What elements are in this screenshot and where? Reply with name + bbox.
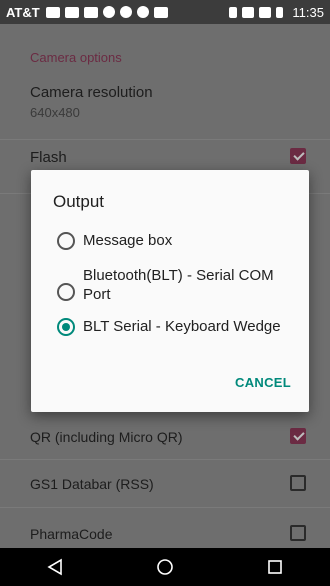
wrench-icon <box>64 6 79 18</box>
check-circle-icon <box>119 6 132 18</box>
bluetooth-icon <box>229 6 238 18</box>
option-bluetooth-serial-com[interactable]: Bluetooth(BLT) - Serial COM Port <box>57 266 287 304</box>
pref-title: QR (including Micro QR) <box>30 429 183 445</box>
image-icon <box>83 6 98 18</box>
home-button[interactable] <box>145 548 185 586</box>
section-header-camera-options: Camera options <box>30 50 122 65</box>
option-label: BLT Serial - Keyboard Wedge <box>83 318 281 335</box>
status-bar: AT&T 11:35 <box>0 0 330 24</box>
pharmacode-checkbox[interactable] <box>290 525 306 541</box>
option-label: Bluetooth(BLT) - Serial COM Port <box>83 267 274 303</box>
signal-icon <box>259 6 272 18</box>
pref-title: GS1 Databar (RSS) <box>30 476 154 492</box>
output-dialog: Output Message box Bluetooth(BLT) - Seri… <box>31 170 309 412</box>
status-icons-right: 11:35 <box>229 5 324 20</box>
pref-pharmacode[interactable]: PharmaCode <box>0 508 330 548</box>
back-button[interactable] <box>35 548 75 586</box>
mobile-data-icon <box>242 6 255 18</box>
option-label: Message box <box>83 232 173 249</box>
battery-icon <box>276 6 284 18</box>
chat-icon <box>153 6 168 18</box>
pref-title: Flash <box>30 149 67 166</box>
pref-title: Camera resolution <box>30 84 153 101</box>
pref-gs1-databar[interactable]: GS1 Databar (RSS) <box>0 460 330 508</box>
radio-button[interactable] <box>57 283 75 301</box>
qr-checkbox[interactable] <box>290 428 306 444</box>
recents-button[interactable] <box>255 548 295 586</box>
recents-icon <box>268 560 282 574</box>
pref-title: PharmaCode <box>30 526 113 542</box>
cancel-button[interactable]: CANCEL <box>235 375 291 390</box>
back-icon <box>47 558 62 576</box>
message-icon <box>45 6 60 18</box>
flash-checkbox[interactable] <box>290 148 306 164</box>
pref-camera-resolution[interactable]: Camera resolution 640x480 <box>0 76 330 140</box>
dialog-title: Output <box>53 192 105 211</box>
clock: 11:35 <box>292 4 324 20</box>
search-icon <box>102 6 115 18</box>
gs1-checkbox[interactable] <box>290 475 306 491</box>
option-blt-keyboard-wedge[interactable]: BLT Serial - Keyboard Wedge <box>57 317 281 336</box>
pref-summary: 640x480 <box>30 105 80 120</box>
home-icon <box>157 559 173 575</box>
radio-button[interactable] <box>57 231 75 250</box>
hotspot-icon <box>136 6 149 18</box>
radio-button-selected[interactable] <box>57 317 75 336</box>
pref-qr[interactable]: QR (including Micro QR) <box>0 412 330 460</box>
carrier-label: AT&T <box>6 4 40 20</box>
option-message-box[interactable]: Message box <box>57 231 172 250</box>
navigation-bar <box>0 548 330 586</box>
